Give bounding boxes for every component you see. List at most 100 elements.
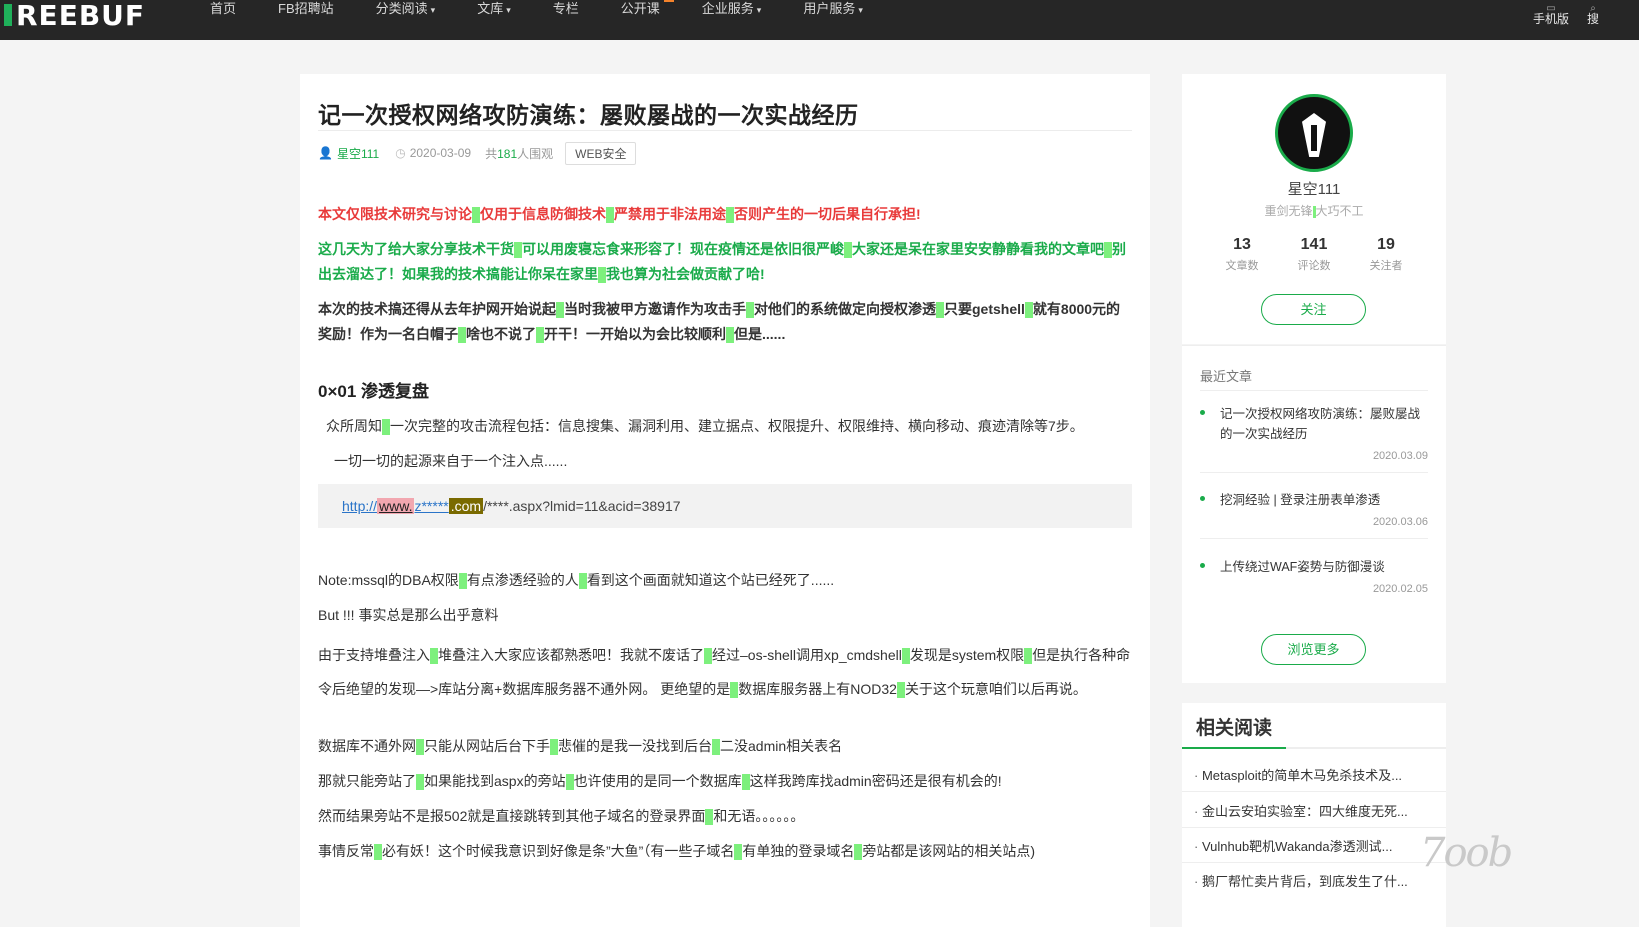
related-item[interactable]: 鹅厂帮忙卖片背后，到底发生了什... <box>1194 871 1438 890</box>
highlight-mark <box>726 207 734 224</box>
highlight-mark <box>374 844 382 861</box>
highlight-mark <box>514 242 522 259</box>
article-title: 记一次授权网络攻防演练：屡败屡战的一次实战经历 <box>318 102 859 128</box>
text-segment: 只要getshell <box>944 301 1025 317</box>
site-logo[interactable]: REEBUF <box>0 0 145 32</box>
author-link[interactable]: 星空111 <box>337 145 379 162</box>
text-segment: 这几天为了给大家分享技术干货 <box>318 241 514 257</box>
result-paragraph: 然而结果旁站不是报502就是直接跳转到其他子域名的登录界面 和无语。。。。。。 <box>318 804 1132 829</box>
recent-item[interactable]: 挖洞经验 | 登录注册表单渗透 2020.03.06 <box>1200 490 1428 539</box>
stat-followers[interactable]: 19 关注者 <box>1356 236 1416 273</box>
recent-item[interactable]: 上传绕过WAF姿势与防御漫谈 2020.02.05 <box>1200 557 1428 595</box>
related-item[interactable]: Vulnhub靶机Wakanda渗透测试... <box>1194 836 1438 855</box>
highlight-mark <box>1104 242 1112 259</box>
follow-button[interactable]: 关注 <box>1261 294 1366 325</box>
url-link[interactable]: http://www. z***** <box>342 498 449 514</box>
related-item[interactable]: 金山云安珀实验室：四大维度无死... <box>1194 801 1438 820</box>
text-segment: 二没admin相关表名 <box>720 738 843 754</box>
user-icon: 👤 <box>318 146 333 160</box>
publish-date: 2020-03-09 <box>409 146 472 160</box>
bullet-dot <box>1200 563 1205 568</box>
text-segment: 本次的技术搞还得从去年护网开始说起 <box>318 301 556 317</box>
nav-item[interactable]: 专栏 <box>553 0 579 20</box>
text-segment: 有点渗透经验的人 <box>466 572 579 588</box>
nav-item[interactable]: 用户服务 ▾ <box>803 0 863 20</box>
mobile-link[interactable]: ▭ 手机版 <box>1533 2 1569 26</box>
url-domain-highlight: .com <box>448 498 484 514</box>
text-segment: 但是...... <box>734 326 786 342</box>
text-segment: 当时我被甲方邀请作为攻击手 <box>564 301 746 317</box>
nav-item-label: 用户服务 <box>803 1 856 16</box>
chevron-down-icon: ▾ <box>430 5 436 15</box>
nav-item[interactable]: 文库 ▾ <box>477 0 511 20</box>
highlight-mark <box>606 207 614 224</box>
highlight-mark <box>416 774 424 791</box>
view-count: 共181人围观 <box>485 146 554 161</box>
text-segment: 数据库不通外网 <box>318 738 416 754</box>
chevron-down-icon: ▾ <box>858 5 863 15</box>
text-segment: 旁站都是该网站的相关站点) <box>862 843 1035 859</box>
bullet-dot <box>1200 410 1205 415</box>
related-heading: 相关阅读 <box>1196 718 1273 739</box>
related-underline <box>1182 747 1446 749</box>
text-segment: 看到这个画面就知道这个站已经死了...... <box>586 572 835 588</box>
db-paragraph: 数据库不通外网 只能从网站后台下手 悲催的是我一没找到后台 二没admin相关表名 <box>318 734 1132 759</box>
search-label: 搜 <box>1586 12 1599 26</box>
stat-articles[interactable]: 13 文章数 <box>1212 236 1272 273</box>
nav-item[interactable]: FB招聘站 <box>278 0 334 20</box>
nav-item[interactable]: 首页 <box>210 0 236 20</box>
nav-right: ▭ 手机版 ⌕ 搜 <box>1533 2 1599 26</box>
text-segment: 和无语。。。。。。 <box>713 808 805 824</box>
nav-item[interactable]: 公开课 <box>620 0 674 20</box>
nav-item[interactable]: 企业服务 ▾ <box>702 0 762 20</box>
chevron-down-icon: ▾ <box>506 5 511 15</box>
highlight-mark <box>726 327 734 344</box>
related-item[interactable]: Metasploit的简单木马免杀技术及... <box>1194 765 1438 784</box>
search-link[interactable]: ⌕ 搜 <box>1587 2 1599 26</box>
recent-heading: 最近文章 <box>1200 369 1253 384</box>
text-segment: 发现是system权限 <box>909 647 1025 663</box>
text-segment: 本文仅限技术研究与讨论 <box>318 206 472 222</box>
nav-item-label: 文库 <box>477 1 504 16</box>
recent-item-title[interactable]: 挖洞经验 | 登录注册表单渗透 <box>1220 490 1428 510</box>
story-paragraph: 本次的技术搞还得从去年护网开始说起 当时我被甲方邀请作为攻击手 对他们的系统做定向授… <box>318 297 1132 347</box>
nav-item-label: 首页 <box>210 1 237 16</box>
divider <box>1200 538 1428 539</box>
highlight-mark <box>598 267 606 284</box>
nav-item[interactable]: 分类阅读 ▾ <box>376 0 436 20</box>
text-segment: 数据库服务器上有NOD32 <box>738 681 897 697</box>
highlight-mark <box>1024 648 1033 665</box>
text-segment: 也许使用的是同一个数据库 <box>573 773 742 789</box>
text-segment: 这样我跨库找admin密码还是很有机会的! <box>749 773 1002 789</box>
avatar[interactable] <box>1275 94 1353 172</box>
category-tag[interactable]: WEB安全 <box>565 141 637 165</box>
recent-item-title[interactable]: 上传绕过WAF姿势与防御漫谈 <box>1220 557 1428 577</box>
section-heading: 0×01 渗透复盘 <box>318 382 430 401</box>
text-segment: 经过–os-shell调用xp_cmdshell <box>712 647 902 663</box>
side-site-paragraph: 那就只能旁站了 如果能找到aspx的旁站 也许使用的是同一个数据库 这样我跨库找adm… <box>318 769 1132 794</box>
recent-item-title[interactable]: 记一次授权网络攻防演练：屡败屡战的一次实战经历 <box>1220 404 1428 444</box>
disclaimer-paragraph: 本文仅限技术研究与讨论 仅用于信息防御技术 严禁用于非法用途 否则产生的一切后果自行承… <box>318 202 1132 227</box>
text-segment: 悲催的是我一没找到后台 <box>558 738 712 754</box>
logo-mark <box>4 4 12 26</box>
injection-paragraph: 一切一切的起源来自于一个注入点...... <box>334 453 568 469</box>
avatar-tie <box>1311 125 1317 151</box>
nav-item-label: 公开课 <box>620 1 660 16</box>
highlight-mark <box>458 573 467 590</box>
highlight-mark <box>556 302 564 319</box>
profile-motto: 重剑无锋 大巧不工 <box>1264 204 1364 218</box>
browse-more-button[interactable]: 浏览更多 <box>1261 634 1366 665</box>
profile-name[interactable]: 星空111 <box>1182 178 1446 199</box>
stat-comments[interactable]: 141 评论数 <box>1284 236 1344 273</box>
url-code-block: http://www. z***** .com/****.aspx?lmid=11&… <box>318 484 1132 528</box>
recent-item[interactable]: 记一次授权网络攻防演练：屡败屡战的一次实战经历 2020.03.09 <box>1200 404 1428 473</box>
highlight-mark <box>704 648 712 665</box>
related-reading-card: 相关阅读 Metasploit的简单木马免杀技术及... 金山云安珀实验室：四大… <box>1182 703 1446 927</box>
highlight-mark <box>1024 302 1033 319</box>
text-segment: 必有妖！这个时候我意识到好像是条”大鱼”（有一些子域名 <box>382 843 735 859</box>
highlight-mark <box>416 739 424 756</box>
highlight-mark <box>578 573 587 590</box>
text-segment: 否则产生的一切后果自行承担! <box>734 206 921 222</box>
clock-icon: ◷ <box>395 146 406 160</box>
divider <box>1182 862 1446 863</box>
